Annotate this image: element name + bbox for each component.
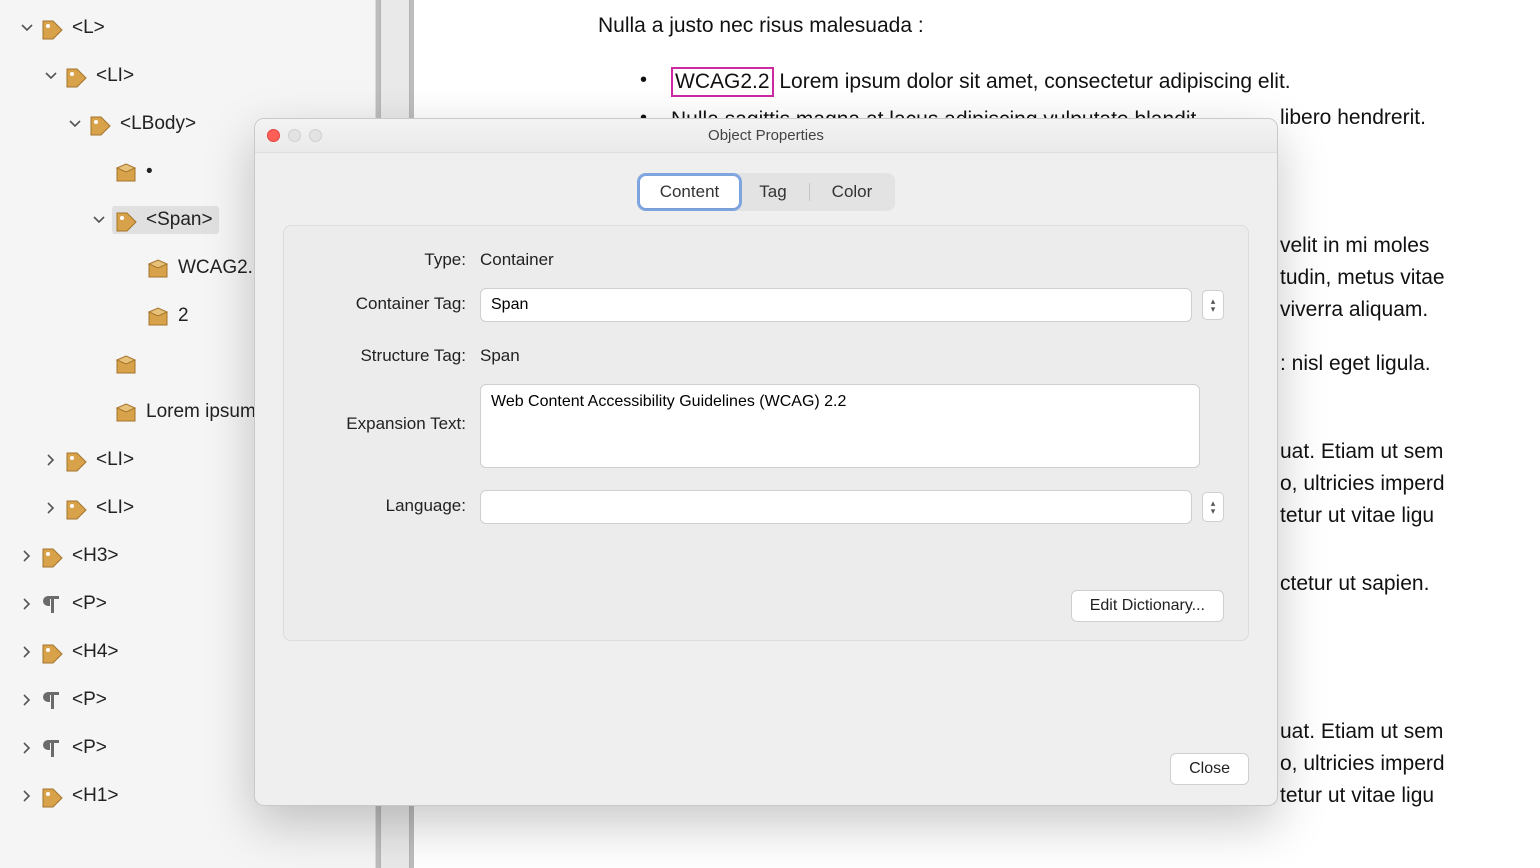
doc-fragment: tetur ut vitae ligu <box>1280 784 1434 808</box>
container-icon <box>146 256 170 280</box>
container-icon <box>114 400 138 424</box>
app-root: <L> <LI> <LBody> • <Span> WCAG2. <box>0 0 1540 868</box>
doc-intro-line: Nulla a justo nec risus malesuada : <box>598 10 1538 42</box>
close-window-icon[interactable] <box>267 129 280 142</box>
tag-icon <box>40 640 64 664</box>
bullet-rest: Lorem ipsum dolor sit amet, consectetur … <box>774 70 1291 93</box>
chevron-down-icon[interactable] <box>90 211 108 229</box>
language-input[interactable] <box>480 490 1192 524</box>
label-language: Language: <box>308 490 480 516</box>
window-titlebar[interactable]: Object Properties <box>255 119 1277 153</box>
selected-span-highlight[interactable]: WCAG2.2 <box>671 67 774 97</box>
close-button[interactable]: Close <box>1170 753 1249 785</box>
label-type: Type: <box>308 244 480 270</box>
chevron-down-icon[interactable] <box>18 19 36 37</box>
container-icon <box>114 352 138 376</box>
object-properties-window[interactable]: Object Properties Content Tag Color Type… <box>254 118 1278 806</box>
zoom-window-icon[interactable] <box>309 129 322 142</box>
tree-node-li[interactable]: <LI> <box>0 52 375 100</box>
bullet-text: WCAG2.2 Lorem ipsum dolor sit amet, cons… <box>671 66 1291 98</box>
tag-icon <box>64 448 88 472</box>
tree-label: Lorem ipsum <box>146 401 256 423</box>
chevron-down-icon[interactable] <box>66 115 84 133</box>
tree-label: <LI> <box>96 65 134 87</box>
doc-fragment: o, ultricies imperd <box>1280 752 1445 776</box>
tree-label: 2 <box>178 305 189 327</box>
chevron-right-icon[interactable] <box>18 547 36 565</box>
edit-dictionary-button[interactable]: Edit Dictionary... <box>1071 590 1224 622</box>
tree-label: <H4> <box>72 641 118 663</box>
label-structure-tag: Structure Tag: <box>308 340 480 366</box>
tag-icon <box>40 16 64 40</box>
tag-icon <box>40 784 64 808</box>
paragraph-icon <box>40 736 64 760</box>
doc-fragment: uat. Etiam ut sem <box>1280 720 1443 744</box>
tab-content[interactable]: Content <box>640 176 740 208</box>
tree-label: <P> <box>72 593 107 615</box>
chevron-right-icon[interactable] <box>18 691 36 709</box>
tree-label: <LI> <box>96 497 134 519</box>
doc-fragment: o, ultricies imperd <box>1280 472 1445 496</box>
chevron-right-icon[interactable] <box>18 595 36 613</box>
tree-label: <L> <box>72 17 105 39</box>
property-tabs: Content Tag Color <box>255 153 1277 225</box>
paragraph-icon <box>40 688 64 712</box>
paragraph-icon <box>40 592 64 616</box>
tab-tag[interactable]: Tag <box>739 176 806 208</box>
bullet-glyph: • <box>640 66 647 94</box>
container-icon <box>146 304 170 328</box>
doc-fragment: velit in mi moles <box>1280 234 1429 258</box>
tag-icon <box>88 112 112 136</box>
tree-label: <H1> <box>72 785 118 807</box>
expansion-text-input[interactable]: Web Content Accessibility Guidelines (WC… <box>480 384 1200 468</box>
tree-label: <P> <box>72 737 107 759</box>
doc-fragment: ctetur ut sapien. <box>1280 572 1429 596</box>
chevron-right-icon[interactable] <box>42 499 60 517</box>
tree-node-l[interactable]: <L> <box>0 4 375 52</box>
tag-icon <box>64 496 88 520</box>
chevron-right-icon[interactable] <box>18 787 36 805</box>
doc-fragment: libero hendrerit. <box>1280 106 1426 130</box>
value-structure-tag: Span <box>480 340 520 366</box>
chevron-right-icon[interactable] <box>18 739 36 757</box>
language-stepper[interactable]: ▴▾ <box>1202 492 1224 522</box>
chevron-down-icon[interactable] <box>42 67 60 85</box>
tree-label: <H3> <box>72 545 118 567</box>
tab-divider <box>809 183 810 201</box>
doc-fragment: tetur ut vitae ligu <box>1280 504 1434 528</box>
container-icon <box>114 160 138 184</box>
tree-label: <Span> <box>146 209 213 231</box>
tag-icon <box>114 208 138 232</box>
chevron-right-icon[interactable] <box>18 643 36 661</box>
content-panel: Type: Container Container Tag: ▴▾ Struct… <box>283 225 1249 641</box>
label-expansion: Expansion Text: <box>308 384 480 434</box>
tree-label: <P> <box>72 689 107 711</box>
minimize-window-icon[interactable] <box>288 129 301 142</box>
tag-icon <box>64 64 88 88</box>
value-type: Container <box>480 244 554 270</box>
container-tag-input[interactable] <box>480 288 1192 322</box>
tag-icon <box>40 544 64 568</box>
tree-label: <LBody> <box>120 113 196 135</box>
doc-fragment: uat. Etiam ut sem <box>1280 440 1443 464</box>
doc-fragment: : nisl eget ligula. <box>1280 352 1431 376</box>
window-title: Object Properties <box>708 127 824 144</box>
chevron-right-icon[interactable] <box>42 451 60 469</box>
label-container-tag: Container Tag: <box>308 288 480 314</box>
tree-label: <LI> <box>96 449 134 471</box>
container-tag-stepper[interactable]: ▴▾ <box>1202 290 1224 320</box>
tree-label: • <box>146 161 153 183</box>
window-controls <box>267 129 322 142</box>
tab-color[interactable]: Color <box>812 176 893 208</box>
tree-label: WCAG2. <box>178 257 253 279</box>
doc-fragment: viverra aliquam. <box>1280 298 1428 322</box>
doc-fragment: tudin, metus vitae <box>1280 266 1445 290</box>
